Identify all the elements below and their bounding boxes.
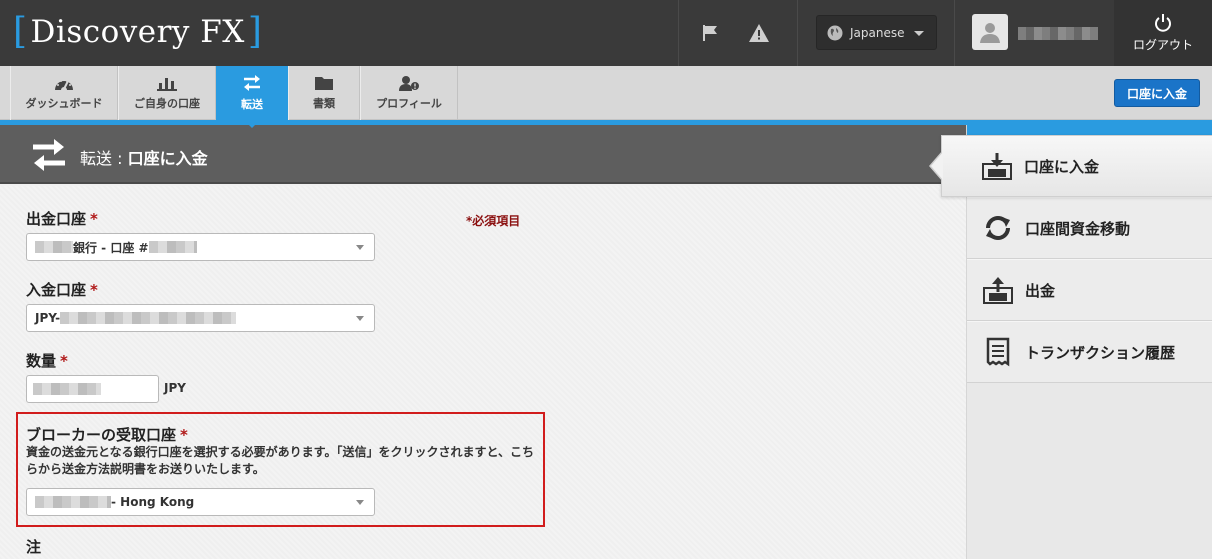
logout-button[interactable]: ログアウト: [1114, 0, 1212, 66]
header-divider: [954, 0, 955, 66]
tab-label: ダッシュボード: [25, 97, 103, 110]
sync-icon: [986, 216, 1010, 240]
sidebar-item-transaction-history[interactable]: トランザクション履歴: [967, 321, 1212, 383]
sidebar-item-label: 口座に入金: [1024, 157, 1100, 176]
avatar[interactable]: [972, 14, 1008, 50]
deposit-icon: [982, 153, 1012, 180]
deposit-button[interactable]: 口座に入金: [1114, 79, 1200, 107]
note-label: 注: [26, 538, 42, 556]
broker-account-value: - Hong Kong: [111, 495, 195, 509]
tab-dashboard[interactable]: ダッシュボード: [10, 66, 118, 120]
required-mark: *: [60, 352, 68, 370]
redacted-text: [35, 241, 73, 253]
from-account-label: 出金口座 *: [26, 208, 98, 229]
breadcrumb-current: 口座に入金: [127, 149, 208, 168]
transfer-icon: [33, 139, 65, 171]
redacted-text: [35, 496, 111, 508]
logo-bracket-right: ]: [247, 10, 263, 52]
amount-unit: JPY: [164, 381, 186, 395]
redacted-text: [148, 241, 197, 253]
amount-label-text: 数量: [26, 352, 57, 370]
warning-icon[interactable]: [748, 22, 770, 44]
transfer-sidebar: 口座に入金 口座間資金移動 出金 トランザクション履歴: [929, 125, 1212, 559]
to-account-value: JPY-: [35, 311, 61, 325]
sidebar-item-label: 出金: [1025, 281, 1056, 300]
to-account-label: 入金口座 *: [26, 279, 98, 300]
username-redacted: [1018, 27, 1098, 40]
sidebar-accent-strip: [967, 125, 1212, 135]
required-mark: *: [90, 281, 98, 299]
from-account-label-text: 出金口座: [26, 210, 87, 228]
amount-input[interactable]: [26, 375, 159, 403]
chevron-down-icon: [356, 316, 364, 321]
required-mark: *: [180, 426, 188, 444]
language-select[interactable]: Japanese: [816, 15, 937, 50]
sidebar-item-label: 口座間資金移動: [1025, 219, 1131, 238]
dashboard-icon: [55, 80, 73, 91]
sidebar-item-label: トランザクション履歴: [1025, 343, 1176, 362]
folder-icon: [315, 77, 333, 90]
withdraw-icon: [983, 277, 1013, 304]
top-header: [ Discovery FX ] Japanese ログアウト: [0, 0, 1212, 66]
tab-label: 転送: [241, 98, 263, 111]
receipt-icon: [986, 337, 1010, 367]
bar-chart-icon: [157, 78, 177, 91]
chevron-down-icon: [914, 31, 924, 36]
to-account-label-text: 入金口座: [26, 281, 87, 299]
globe-icon: [827, 25, 843, 40]
flag-icon[interactable]: [700, 22, 722, 44]
main-nav: ダッシュボード ご自身の口座 転送 書類 プロフィール 口座に入金: [0, 66, 1212, 128]
language-label: Japanese: [850, 25, 905, 40]
chevron-down-icon: [356, 245, 364, 250]
sidebar-item-deposit[interactable]: 口座に入金: [929, 135, 1212, 197]
amount-label: 数量 *: [26, 350, 68, 371]
logo-bracket-left: [: [13, 10, 28, 52]
broker-account-label: ブローカーの受取口座 *: [26, 424, 188, 445]
tab-label: ご自身の口座: [134, 97, 200, 110]
logout-label: ログアウト: [1132, 37, 1193, 52]
breadcrumb-section: 転送: [80, 149, 113, 168]
to-account-select[interactable]: JPY-: [26, 304, 375, 332]
broker-account-select[interactable]: - Hong Kong: [26, 488, 375, 516]
page-title: 転送 : 口座に入金: [80, 145, 208, 169]
transfer-icon: [244, 75, 260, 91]
redacted-text: [60, 312, 237, 324]
user-icon: [980, 23, 1000, 43]
chevron-down-icon: [356, 500, 364, 505]
from-account-value: 銀行 - 口座 #: [73, 240, 149, 255]
tab-label: プロフィール: [376, 97, 442, 110]
tab-transfer[interactable]: 転送: [216, 66, 288, 128]
page-header: 転送 : 口座に入金: [0, 125, 966, 184]
broker-account-help: 資金の送金元となる銀行口座を選択する必要があります。「送信」をクリックされますと…: [26, 445, 534, 476]
from-account-select[interactable]: 銀行 - 口座 #: [26, 233, 375, 261]
app-logo[interactable]: [ Discovery FX ]: [13, 10, 263, 52]
required-fields-note: *必須項目: [466, 214, 521, 228]
power-icon: [1155, 13, 1171, 32]
redacted-text: [33, 383, 101, 395]
header-divider: [678, 0, 679, 66]
header-divider: [797, 0, 798, 66]
profile-icon: [399, 76, 419, 91]
sidebar-item-withdraw[interactable]: 出金: [967, 259, 1212, 321]
tab-accounts[interactable]: ご自身の口座: [118, 66, 216, 120]
required-mark: *: [90, 210, 98, 228]
logo-text: Discovery FX: [30, 14, 245, 50]
broker-account-label-text: ブローカーの受取口座: [26, 426, 177, 444]
tab-profile[interactable]: プロフィール: [360, 66, 458, 120]
breadcrumb-separator: :: [112, 149, 128, 168]
tab-label: 書類: [313, 97, 335, 110]
sidebar-item-internal-transfer[interactable]: 口座間資金移動: [967, 197, 1212, 259]
tab-documents[interactable]: 書類: [288, 66, 360, 120]
